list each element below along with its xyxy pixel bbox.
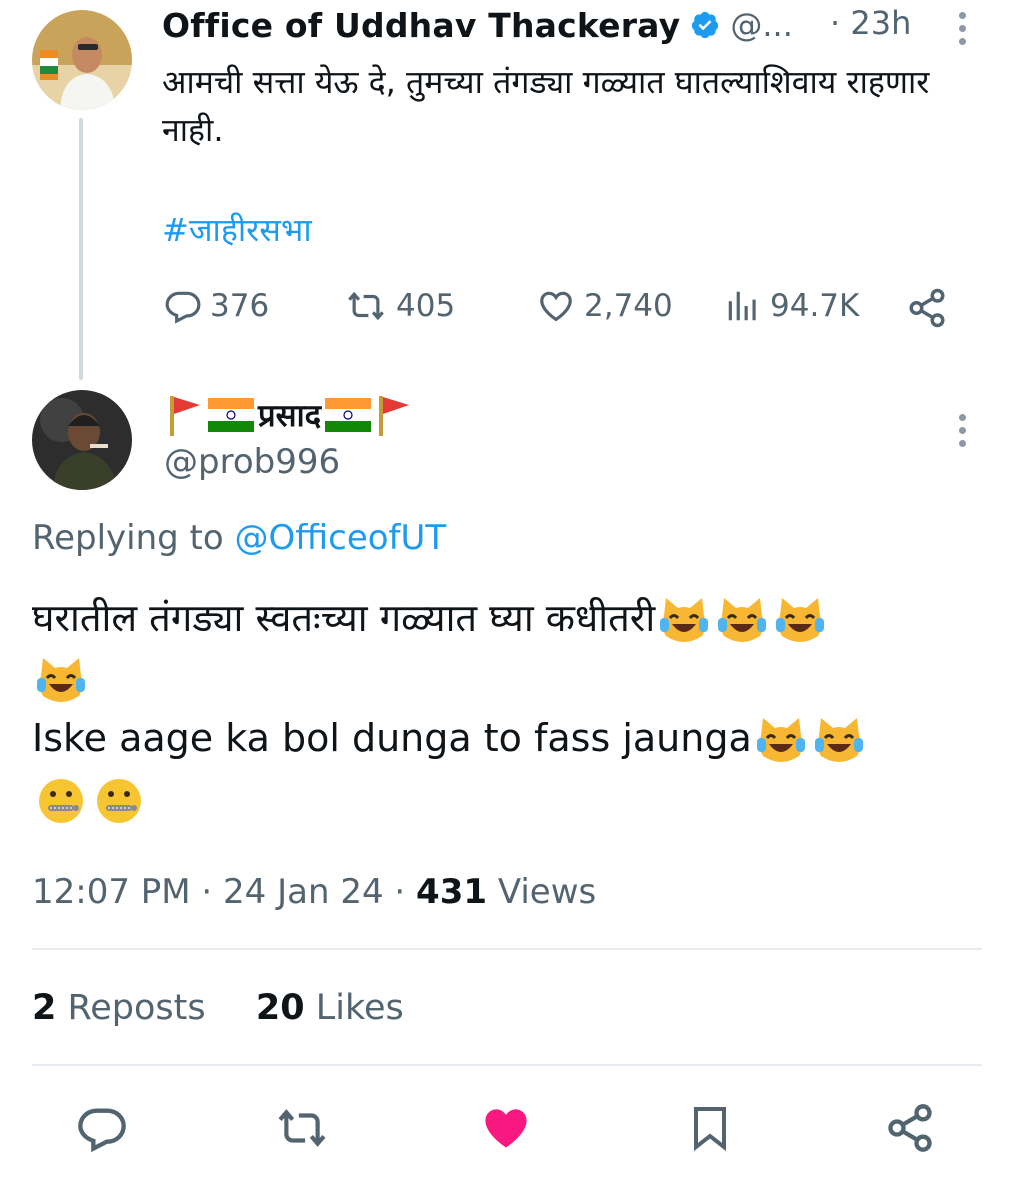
cat-laughing-emoji-group (655, 596, 829, 642)
thread-line (79, 118, 83, 380)
share-icon (909, 288, 945, 328)
like-action[interactable]: 2,740 (536, 287, 673, 325)
zipper-mouth-emoji-group (32, 776, 148, 823)
flag-icon (379, 396, 410, 436)
parent-display-name[interactable]: Office of Uddhav Thackeray (162, 6, 680, 45)
like-button[interactable] (478, 1100, 534, 1156)
cat-laughing-emoji (776, 597, 825, 642)
parent-avatar[interactable] (32, 10, 132, 110)
reply-display-name[interactable]: प्रसाद (166, 390, 413, 440)
likes-total: 20 (255, 988, 305, 1028)
parent-handle[interactable]: @... (730, 6, 793, 44)
views-count: 94.7K (770, 288, 860, 324)
cat-laughing-emoji-group (32, 656, 90, 702)
bookmark-button[interactable] (682, 1100, 738, 1156)
divider (32, 1064, 982, 1066)
cat-laughing-emoji (756, 717, 805, 762)
divider (32, 948, 982, 950)
zipper-mouth-emoji (39, 778, 83, 823)
reply-line-2: Iske aage ka bol dunga to fass jaunga (32, 716, 752, 760)
india-flag-icon (325, 398, 372, 432)
views-icon (728, 291, 756, 321)
repost-icon (348, 291, 384, 321)
repost-action[interactable]: 405 (344, 287, 455, 325)
cat-laughing-emoji-group (752, 716, 868, 762)
like-icon (485, 1109, 527, 1148)
reply-icon (165, 291, 201, 324)
reposts-total: 2 (32, 988, 57, 1028)
replying-prefix: Replying to (32, 518, 235, 558)
repost-button[interactable] (274, 1100, 330, 1156)
like-icon (540, 291, 572, 322)
cat-laughing-emoji (718, 597, 767, 642)
reply-name-text: प्रसाद (258, 398, 322, 434)
likes-stat[interactable]: 20 Likes (256, 988, 404, 1028)
hashtag-link[interactable]: #जाहीरसभा (162, 208, 312, 251)
bookmark-icon (694, 1107, 726, 1152)
engagement-stats: 2 Reposts 20 Likes (32, 988, 404, 1028)
views-total: 431 (416, 872, 488, 912)
parent-tweet-text: आमची सत्ता येऊ दे, तुमच्या तंगड्या गळ्या… (162, 63, 930, 149)
share-icon (888, 1104, 932, 1152)
reply-avatar[interactable] (32, 390, 132, 490)
like-count: 2,740 (584, 288, 673, 324)
tweet-meta: 12:07 PM · 24 Jan 24 · 431 Views (32, 872, 596, 912)
parent-header: Office of Uddhav Thackeray @... (162, 2, 793, 48)
repost-count: 405 (396, 288, 456, 324)
cat-laughing-emoji (814, 717, 863, 762)
reply-line-1: घरातील तंगड्या स्वतःच्या गळ्यात घ्या कधी… (32, 596, 656, 640)
views-action[interactable]: 94.7K (724, 287, 859, 325)
replying-to-link[interactable]: @OfficeofUT (235, 518, 447, 558)
cat-laughing-emoji (37, 657, 85, 702)
flag-icon (170, 396, 200, 436)
repost-icon (278, 1109, 326, 1147)
reply-action[interactable]: 376 (164, 287, 269, 325)
reply-count: 376 (210, 288, 270, 324)
share-action[interactable] (906, 287, 956, 329)
reply-tweet-text: घरातील तंगड्या स्वतःच्या गळ्यात घ्या कधी… (32, 588, 982, 828)
verified-badge-icon (692, 11, 719, 39)
cat-laughing-emoji (660, 597, 709, 642)
zipper-mouth-emoji (97, 778, 141, 823)
share-button[interactable] (882, 1100, 938, 1156)
india-flag-icon (208, 398, 254, 432)
reply-icon (78, 1108, 126, 1153)
replying-to: Replying to @OfficeofUT (32, 518, 446, 558)
tweet-time[interactable]: 12:07 PM · 24 Jan 24 · (32, 872, 416, 912)
reposts-label: Reposts (56, 988, 206, 1028)
reposts-stat[interactable]: 2 Reposts (32, 988, 206, 1028)
more-icon[interactable] (957, 414, 967, 453)
more-icon[interactable] (957, 12, 967, 51)
reply-handle[interactable]: @prob996 (164, 442, 340, 482)
parent-timestamp[interactable]: · 23h (830, 4, 911, 42)
likes-label: Likes (304, 988, 404, 1028)
views-label: Views (487, 872, 597, 912)
reply-button[interactable] (74, 1100, 130, 1156)
